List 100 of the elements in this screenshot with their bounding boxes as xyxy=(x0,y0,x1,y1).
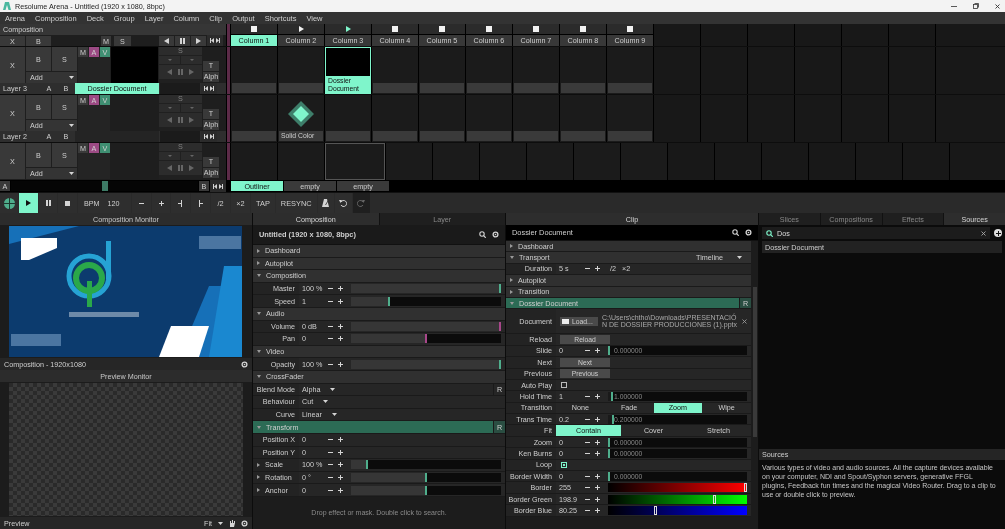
plus-icon[interactable] xyxy=(595,485,600,491)
caret-icon[interactable] xyxy=(69,124,74,127)
clip-slot[interactable] xyxy=(231,143,277,180)
plus-icon[interactable] xyxy=(595,496,600,502)
slider-thumb[interactable] xyxy=(365,460,368,470)
nudge-forward-button[interactable] xyxy=(191,193,210,213)
minimize-icon[interactable] xyxy=(951,3,957,9)
search-icon[interactable] xyxy=(479,231,486,238)
plus-icon[interactable] xyxy=(338,449,343,455)
clip-slot[interactable] xyxy=(513,47,559,94)
plus-icon[interactable] xyxy=(595,348,600,354)
settings-icon[interactable] xyxy=(492,231,499,238)
clip-slot[interactable] xyxy=(574,143,620,180)
search-icon[interactable] xyxy=(766,229,773,237)
clip-slot[interactable] xyxy=(527,143,573,180)
slider-thumb[interactable] xyxy=(610,392,613,401)
clock-button[interactable] xyxy=(0,193,18,213)
slider-thumb[interactable] xyxy=(653,505,657,515)
undo-button[interactable] xyxy=(334,193,352,213)
clip-slot[interactable] xyxy=(325,95,371,142)
expanded-arrow-icon[interactable] xyxy=(257,350,261,354)
clip-slot[interactable] xyxy=(560,95,606,142)
caret-icon[interactable] xyxy=(330,387,336,391)
collapsed-arrow-icon[interactable] xyxy=(257,261,260,266)
plus-icon[interactable] xyxy=(595,416,600,422)
collapsed-arrow-icon[interactable] xyxy=(510,244,513,249)
checkbox[interactable] xyxy=(561,461,567,468)
hand-icon[interactable] xyxy=(229,519,235,527)
collapsed-arrow-icon[interactable] xyxy=(510,289,513,294)
plus-icon[interactable] xyxy=(338,475,343,480)
expanded-arrow-icon[interactable] xyxy=(257,375,261,379)
pause-button[interactable] xyxy=(39,193,57,213)
clip-play-controls[interactable] xyxy=(159,65,202,79)
caret-icon[interactable] xyxy=(737,256,742,260)
expanded-arrow-icon[interactable] xyxy=(257,274,261,278)
skip-forward-icon[interactable] xyxy=(210,86,214,92)
clip-slot[interactable] xyxy=(419,47,465,94)
plus-icon[interactable] xyxy=(338,298,343,304)
clip-slot[interactable] xyxy=(386,143,432,180)
clip-slot[interactable] xyxy=(231,47,277,94)
search-icon[interactable] xyxy=(732,229,739,236)
clip-slot[interactable] xyxy=(621,143,667,180)
plus-icon[interactable] xyxy=(158,200,164,206)
skip-back-icon[interactable] xyxy=(213,183,217,189)
settings-icon[interactable] xyxy=(241,519,248,527)
caret-icon[interactable] xyxy=(69,172,74,175)
checkbox[interactable] xyxy=(561,382,567,389)
close-icon[interactable] xyxy=(742,318,747,324)
plus-icon[interactable] xyxy=(595,439,600,445)
collapsed-arrow-icon[interactable] xyxy=(257,248,260,253)
plus-icon[interactable] xyxy=(338,462,343,468)
clip-slot[interactable] xyxy=(607,47,653,94)
close-icon[interactable] xyxy=(995,3,1000,9)
skip-back-icon[interactable] xyxy=(210,38,214,43)
clip-slot[interactable] xyxy=(372,47,418,94)
expanded-arrow-icon[interactable] xyxy=(510,256,514,260)
skip-forward-icon[interactable] xyxy=(219,183,223,189)
slider-thumb[interactable] xyxy=(713,494,717,504)
clip-slot[interactable] xyxy=(480,143,526,180)
settings-icon[interactable] xyxy=(745,229,752,236)
slider-track[interactable] xyxy=(351,321,501,331)
increase-button[interactable] xyxy=(152,193,170,213)
expanded-arrow-icon[interactable] xyxy=(257,312,261,316)
play-icon[interactable] xyxy=(345,26,351,32)
plus-icon[interactable] xyxy=(338,323,343,329)
settings-icon[interactable] xyxy=(241,360,248,368)
slider-thumb[interactable] xyxy=(612,414,615,424)
clip-slot[interactable] xyxy=(231,95,277,142)
clip-slot[interactable] xyxy=(513,95,559,142)
clip-play-controls[interactable] xyxy=(159,161,202,175)
plus-icon[interactable] xyxy=(338,487,343,493)
add-button[interactable] xyxy=(994,229,1002,237)
plus-icon[interactable] xyxy=(338,286,343,292)
clip-slot[interactable] xyxy=(419,95,465,142)
caret-icon[interactable] xyxy=(69,76,74,79)
clip-slot[interactable] xyxy=(607,95,653,142)
slider-thumb[interactable] xyxy=(744,483,747,493)
clip-slot[interactable] xyxy=(466,95,512,142)
clip-play-controls[interactable] xyxy=(159,113,202,127)
collapsed-arrow-icon[interactable] xyxy=(257,475,260,480)
clip-slot[interactable] xyxy=(278,47,324,94)
clip-slot[interactable] xyxy=(433,143,479,180)
plus-icon[interactable] xyxy=(595,266,600,272)
collapsed-arrow-icon[interactable] xyxy=(257,488,260,493)
clip-slot[interactable] xyxy=(325,143,385,180)
nudge-back-button[interactable] xyxy=(171,193,190,213)
caret-icon[interactable] xyxy=(218,521,223,525)
plus-icon[interactable] xyxy=(338,361,343,367)
play-icon[interactable] xyxy=(298,26,304,32)
skip-back-icon[interactable] xyxy=(204,86,208,92)
skip-forward-icon[interactable] xyxy=(210,134,214,140)
stop-button[interactable] xyxy=(58,193,77,213)
crossfader-thumb[interactable] xyxy=(101,181,108,191)
skip-forward-icon[interactable] xyxy=(216,38,220,43)
plus-icon[interactable] xyxy=(595,473,600,479)
clip-slot[interactable] xyxy=(278,143,324,180)
plus-icon[interactable] xyxy=(338,336,343,342)
clip-slot[interactable] xyxy=(372,95,418,142)
caret-icon[interactable] xyxy=(323,400,329,404)
collapsed-arrow-icon[interactable] xyxy=(510,278,513,283)
